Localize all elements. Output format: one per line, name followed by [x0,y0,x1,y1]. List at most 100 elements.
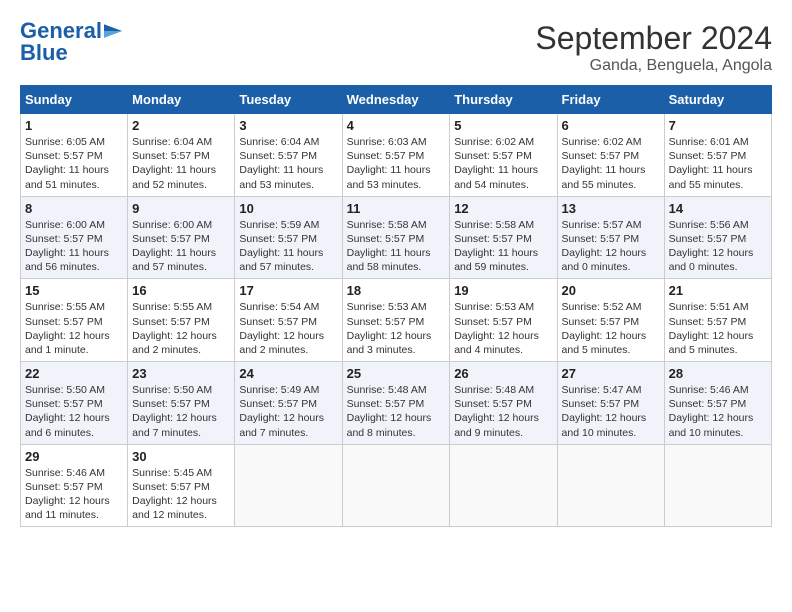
day-info: Sunrise: 5:46 AM Sunset: 5:57 PM Dayligh… [669,383,767,440]
calendar-cell: 3 Sunrise: 6:04 AM Sunset: 5:57 PM Daylig… [235,114,342,197]
day-number: 8 [25,201,123,216]
day-number: 23 [132,366,230,381]
calendar-week-2: 8 Sunrise: 6:00 AM Sunset: 5:57 PM Daylig… [21,196,772,279]
calendar-cell: 20 Sunrise: 5:52 AM Sunset: 5:57 PM Dayli… [557,279,664,362]
day-header-wednesday: Wednesday [342,86,450,114]
calendar-cell: 12 Sunrise: 5:58 AM Sunset: 5:57 PM Dayli… [450,196,557,279]
calendar-cell: 13Sunrise: 5:57 AM Sunset: 5:57 PM Dayli… [557,196,664,279]
calendar-cell: 2Sunrise: 6:04 AM Sunset: 5:57 PM Daylig… [128,114,235,197]
day-number: 12 [454,201,552,216]
day-header-tuesday: Tuesday [235,86,342,114]
day-info: Sunrise: 5:55 AM Sunset: 5:57 PM Dayligh… [25,300,123,357]
calendar-cell: 27Sunrise: 5:47 AM Sunset: 5:57 PM Dayli… [557,362,664,445]
day-number: 21 [669,283,767,298]
day-info: Sunrise: 5:52 AM Sunset: 5:57 PM Dayligh… [562,300,660,357]
calendar-cell: 26 Sunrise: 5:48 AM Sunset: 5:57 PM Dayli… [450,362,557,445]
calendar-header: SundayMondayTuesdayWednesdayThursdayFrid… [21,86,772,114]
calendar-cell [450,444,557,527]
day-number: 14 [669,201,767,216]
calendar-cell: 1 Sunrise: 6:05 AM Sunset: 5:57 PM Daylig… [21,114,128,197]
day-info: Sunrise: 5:49 AM Sunset: 5:57 PM Dayligh… [239,383,337,440]
day-number: 16 [132,283,230,298]
day-info: Sunrise: 5:48 AM Sunset: 5:57 PM Dayligh… [454,383,552,440]
day-header-sunday: Sunday [21,86,128,114]
calendar-table: SundayMondayTuesdayWednesdayThursdayFrid… [20,85,772,527]
day-number: 24 [239,366,337,381]
calendar-cell: 23 Sunrise: 5:50 AM Sunset: 5:57 PM Dayli… [128,362,235,445]
day-header-monday: Monday [128,86,235,114]
day-number: 15 [25,283,123,298]
day-number: 6 [562,118,660,133]
day-info: Sunrise: 5:58 AM Sunset: 5:57 PM Dayligh… [347,218,446,275]
day-number: 7 [669,118,767,133]
calendar-cell: 28 Sunrise: 5:46 AM Sunset: 5:57 PM Dayli… [664,362,771,445]
calendar-cell: 5Sunrise: 6:02 AM Sunset: 5:57 PM Daylig… [450,114,557,197]
title-area: September 2024 Ganda, Benguela, Angola [535,20,772,75]
day-header-saturday: Saturday [664,86,771,114]
day-number: 4 [347,118,446,133]
calendar-cell: 9Sunrise: 6:00 AM Sunset: 5:57 PM Daylig… [128,196,235,279]
day-number: 28 [669,366,767,381]
day-number: 20 [562,283,660,298]
day-number: 30 [132,449,230,464]
calendar-cell: 21 Sunrise: 5:51 AM Sunset: 5:57 PM Dayli… [664,279,771,362]
day-info: Sunrise: 5:53 AM Sunset: 5:57 PM Dayligh… [347,300,446,357]
calendar-week-3: 15 Sunrise: 5:55 AM Sunset: 5:57 PM Dayli… [21,279,772,362]
page-header: General Blue September 2024 Ganda, Bengu… [20,20,772,75]
calendar-body: 1 Sunrise: 6:05 AM Sunset: 5:57 PM Daylig… [21,114,772,527]
calendar-week-1: 1 Sunrise: 6:05 AM Sunset: 5:57 PM Daylig… [21,114,772,197]
day-info: Sunrise: 6:02 AM Sunset: 5:57 PM Dayligh… [562,135,660,192]
day-number: 25 [347,366,446,381]
calendar-cell: 25 Sunrise: 5:48 AM Sunset: 5:57 PM Dayli… [342,362,450,445]
day-number: 29 [25,449,123,464]
day-info: Sunrise: 5:50 AM Sunset: 5:57 PM Dayligh… [25,383,123,440]
day-info: Sunrise: 5:45 AM Sunset: 5:57 PM Dayligh… [132,466,230,523]
day-info: Sunrise: 5:54 AM Sunset: 5:57 PM Dayligh… [239,300,337,357]
calendar-cell: 24 Sunrise: 5:49 AM Sunset: 5:57 PM Dayli… [235,362,342,445]
calendar-cell: 30 Sunrise: 5:45 AM Sunset: 5:57 PM Dayli… [128,444,235,527]
calendar-subtitle: Ganda, Benguela, Angola [535,57,772,75]
logo-icon [104,24,122,38]
calendar-cell: 16Sunrise: 5:55 AM Sunset: 5:57 PM Dayli… [128,279,235,362]
day-info: Sunrise: 6:04 AM Sunset: 5:57 PM Dayligh… [239,135,337,192]
calendar-cell: 19 Sunrise: 5:53 AM Sunset: 5:57 PM Dayli… [450,279,557,362]
day-info: Sunrise: 5:53 AM Sunset: 5:57 PM Dayligh… [454,300,552,357]
day-number: 2 [132,118,230,133]
day-number: 10 [239,201,337,216]
day-number: 1 [25,118,123,133]
day-header-thursday: Thursday [450,86,557,114]
calendar-cell: 22 Sunrise: 5:50 AM Sunset: 5:57 PM Dayli… [21,362,128,445]
calendar-cell: 17 Sunrise: 5:54 AM Sunset: 5:57 PM Dayli… [235,279,342,362]
day-info: Sunrise: 6:03 AM Sunset: 5:57 PM Dayligh… [347,135,446,192]
day-info: Sunrise: 6:05 AM Sunset: 5:57 PM Dayligh… [25,135,123,192]
day-info: Sunrise: 5:50 AM Sunset: 5:57 PM Dayligh… [132,383,230,440]
day-info: Sunrise: 5:48 AM Sunset: 5:57 PM Dayligh… [347,383,446,440]
day-number: 22 [25,366,123,381]
day-number: 19 [454,283,552,298]
day-info: Sunrise: 6:00 AM Sunset: 5:57 PM Dayligh… [132,218,230,275]
calendar-cell: 8 Sunrise: 6:00 AM Sunset: 5:57 PM Daylig… [21,196,128,279]
logo-text-blue: Blue [20,40,68,65]
day-info: Sunrise: 5:56 AM Sunset: 5:57 PM Dayligh… [669,218,767,275]
day-info: Sunrise: 5:59 AM Sunset: 5:57 PM Dayligh… [239,218,337,275]
calendar-cell: 7 Sunrise: 6:01 AM Sunset: 5:57 PM Daylig… [664,114,771,197]
calendar-cell: 4 Sunrise: 6:03 AM Sunset: 5:57 PM Daylig… [342,114,450,197]
day-number: 3 [239,118,337,133]
calendar-week-5: 29 Sunrise: 5:46 AM Sunset: 5:57 PM Dayli… [21,444,772,527]
calendar-cell: 10 Sunrise: 5:59 AM Sunset: 5:57 PM Dayli… [235,196,342,279]
day-info: Sunrise: 5:46 AM Sunset: 5:57 PM Dayligh… [25,466,123,523]
calendar-week-4: 22 Sunrise: 5:50 AM Sunset: 5:57 PM Dayli… [21,362,772,445]
day-info: Sunrise: 6:02 AM Sunset: 5:57 PM Dayligh… [454,135,552,192]
calendar-cell: 14 Sunrise: 5:56 AM Sunset: 5:57 PM Dayli… [664,196,771,279]
calendar-cell: 18Sunrise: 5:53 AM Sunset: 5:57 PM Dayli… [342,279,450,362]
day-info: Sunrise: 6:00 AM Sunset: 5:57 PM Dayligh… [25,218,123,275]
day-info: Sunrise: 5:51 AM Sunset: 5:57 PM Dayligh… [669,300,767,357]
day-info: Sunrise: 6:01 AM Sunset: 5:57 PM Dayligh… [669,135,767,192]
calendar-cell [235,444,342,527]
calendar-cell: 15 Sunrise: 5:55 AM Sunset: 5:57 PM Dayli… [21,279,128,362]
day-info: Sunrise: 5:58 AM Sunset: 5:57 PM Dayligh… [454,218,552,275]
logo-text: General [20,20,102,42]
day-number: 17 [239,283,337,298]
calendar-title: September 2024 [535,20,772,57]
day-number: 26 [454,366,552,381]
